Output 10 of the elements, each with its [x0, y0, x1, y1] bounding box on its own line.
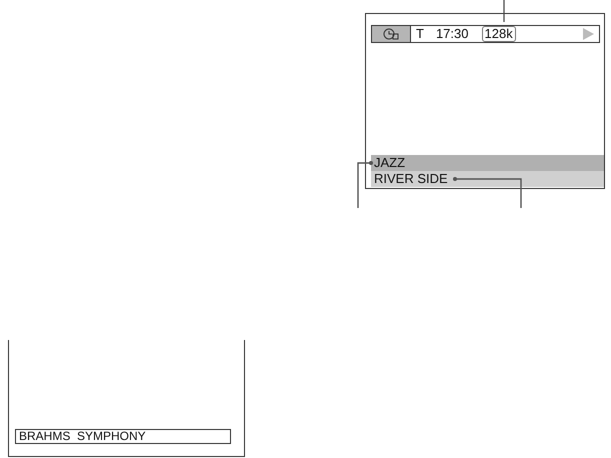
title-field: BRAHMS SYMPHONY — [15, 429, 231, 444]
time-label: 17:30 — [436, 27, 468, 41]
play-icon — [583, 28, 594, 40]
track-row[interactable]: RIVER SIDE — [371, 171, 604, 187]
leader-line — [357, 161, 373, 208]
leader-line — [503, 0, 505, 22]
track-row[interactable]: JAZZ — [371, 155, 604, 171]
leader-line — [453, 177, 522, 208]
bitrate-label: 128k — [482, 26, 516, 42]
mode-label: T — [416, 27, 424, 41]
